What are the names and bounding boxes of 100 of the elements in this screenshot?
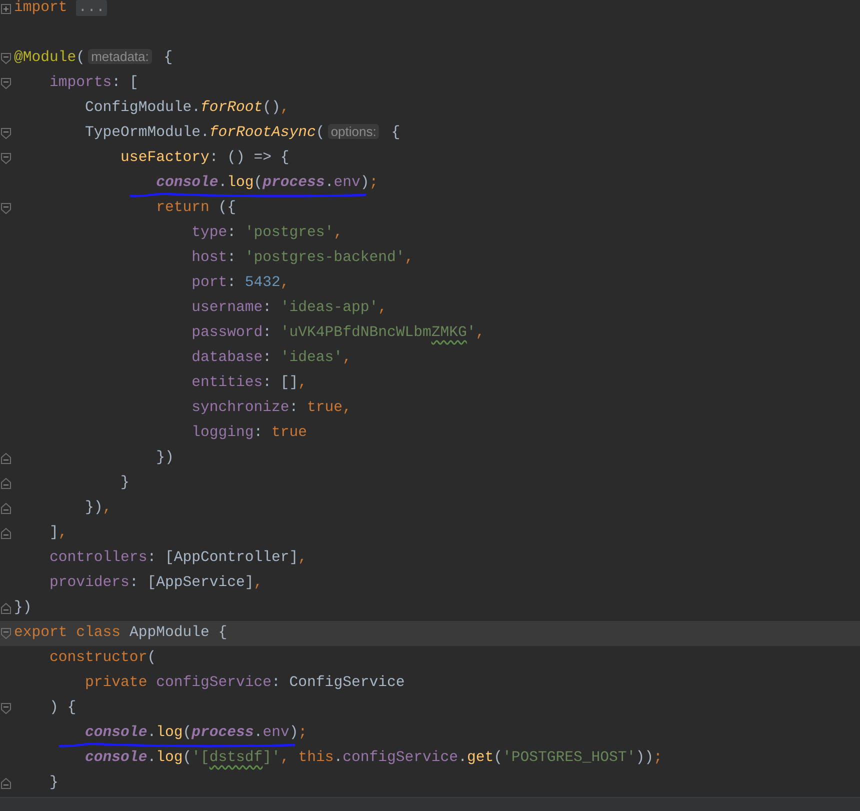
punctuation: ,	[342, 400, 352, 416]
code-text: .	[458, 750, 467, 766]
keyword: this	[298, 750, 334, 766]
keyword: constructor	[48, 650, 148, 666]
fold-icon[interactable]	[1, 78, 11, 89]
keyword: private	[84, 675, 148, 692]
code-text: : ConfigService	[272, 675, 405, 692]
code-text: (	[182, 725, 192, 742]
string-literal: '[	[192, 750, 210, 766]
punctuation: ,	[102, 500, 112, 516]
code-text: : [	[112, 75, 138, 92]
code-text: : () => {	[209, 150, 290, 166]
fold-end-icon[interactable]	[1, 453, 11, 464]
keyword: true	[272, 425, 308, 442]
method-name: log	[156, 725, 183, 742]
method-name: useFactory	[120, 150, 210, 166]
parameter-hint: options:	[328, 124, 380, 140]
code-text: TypeOrmModule.	[84, 125, 210, 142]
punctuation: ,	[298, 550, 308, 566]
punctuation: ,	[378, 300, 387, 316]
code-text: (	[147, 650, 156, 666]
punctuation: ,	[342, 350, 352, 366]
fold-icon[interactable]	[1, 628, 11, 639]
property-name: username	[190, 300, 263, 316]
punctuation: ;	[298, 725, 308, 742]
keyword: true	[307, 400, 343, 416]
fold-end-icon[interactable]	[1, 528, 11, 539]
code-text: )	[289, 725, 298, 742]
property-name: logging	[190, 425, 254, 442]
punctuation: ,	[58, 525, 68, 542]
punctuation: ,	[404, 250, 414, 266]
code-text: })	[14, 600, 32, 616]
number-literal: 5432	[244, 275, 280, 292]
string-literal: '	[466, 325, 476, 342]
code-text: (	[76, 50, 86, 66]
code-text: .	[254, 725, 263, 742]
punctuation: ,	[298, 375, 308, 392]
string-literal: 'POSTGRES_HOST'	[502, 750, 636, 766]
string-literal: 'ideas'	[280, 350, 343, 366]
property-name: type	[190, 225, 228, 242]
global-object: process	[262, 175, 325, 192]
method-name: log	[227, 175, 254, 192]
fold-icon[interactable]	[1, 703, 11, 714]
code-text: :	[227, 275, 238, 292]
property-name: imports	[48, 75, 112, 92]
code-text: .	[147, 750, 156, 766]
property-name: configService	[342, 750, 458, 766]
code-text: AppModule {	[128, 625, 228, 642]
string-literal: ZMKG	[431, 325, 467, 342]
fold-icon[interactable]	[1, 53, 11, 64]
punctuation: ,	[476, 325, 485, 342]
code-text: .	[334, 750, 343, 766]
code-text: (	[254, 175, 263, 192]
property-name: entities	[190, 375, 263, 392]
code-text: :	[227, 250, 238, 266]
code-text: })	[84, 500, 103, 516]
property-name: password	[190, 325, 263, 342]
punctuation: ;	[369, 175, 378, 192]
code-text: )	[360, 175, 370, 192]
property-name: controllers	[48, 550, 148, 566]
parameter-hint: metadata:	[88, 49, 152, 64]
expand-icon[interactable]	[1, 4, 11, 14]
method-name: log	[156, 750, 183, 766]
keyword: return	[155, 200, 210, 216]
string-literal: ]'	[262, 750, 280, 766]
code-text: }	[48, 775, 58, 792]
property-name: env	[262, 725, 290, 742]
property-name: database	[190, 350, 263, 366]
code-text: (	[316, 125, 325, 142]
fold-end-icon[interactable]	[1, 478, 11, 489]
code-text: }	[120, 475, 130, 492]
punctuation: ,	[334, 225, 343, 242]
string-literal: 'ideas-app'	[280, 300, 378, 316]
folded-code: ...	[76, 0, 107, 16]
fold-icon[interactable]	[1, 153, 11, 164]
code-text: {	[162, 50, 173, 66]
code-text: ({	[217, 200, 236, 216]
code-text: : [AppController]	[147, 550, 298, 566]
method-name: get	[466, 750, 494, 766]
fold-icon[interactable]	[1, 203, 11, 214]
function-call: forRoot	[200, 100, 263, 116]
code-text: (	[494, 750, 502, 766]
property-name: host	[190, 250, 228, 266]
fold-end-icon[interactable]	[1, 778, 11, 789]
global-object: console	[155, 175, 218, 192]
string-literal: 'uVK4PBfdNBncWLbm	[280, 325, 432, 342]
global-object: console	[84, 725, 148, 742]
keyword: import	[14, 0, 68, 16]
property-name: env	[334, 175, 360, 192]
global-object: process	[192, 725, 254, 742]
code-text: ]	[48, 525, 58, 542]
fold-icon[interactable]	[1, 128, 11, 139]
punctuation: ,	[254, 575, 263, 592]
fold-end-icon[interactable]	[1, 503, 11, 514]
code-text: ConfigModule.	[84, 100, 200, 116]
property-name: port	[190, 275, 228, 292]
string-literal: 'postgres-backend'	[244, 250, 405, 266]
fold-end-icon[interactable]	[1, 603, 11, 614]
code-text: :	[262, 325, 273, 342]
decorator: @Module	[14, 50, 76, 66]
